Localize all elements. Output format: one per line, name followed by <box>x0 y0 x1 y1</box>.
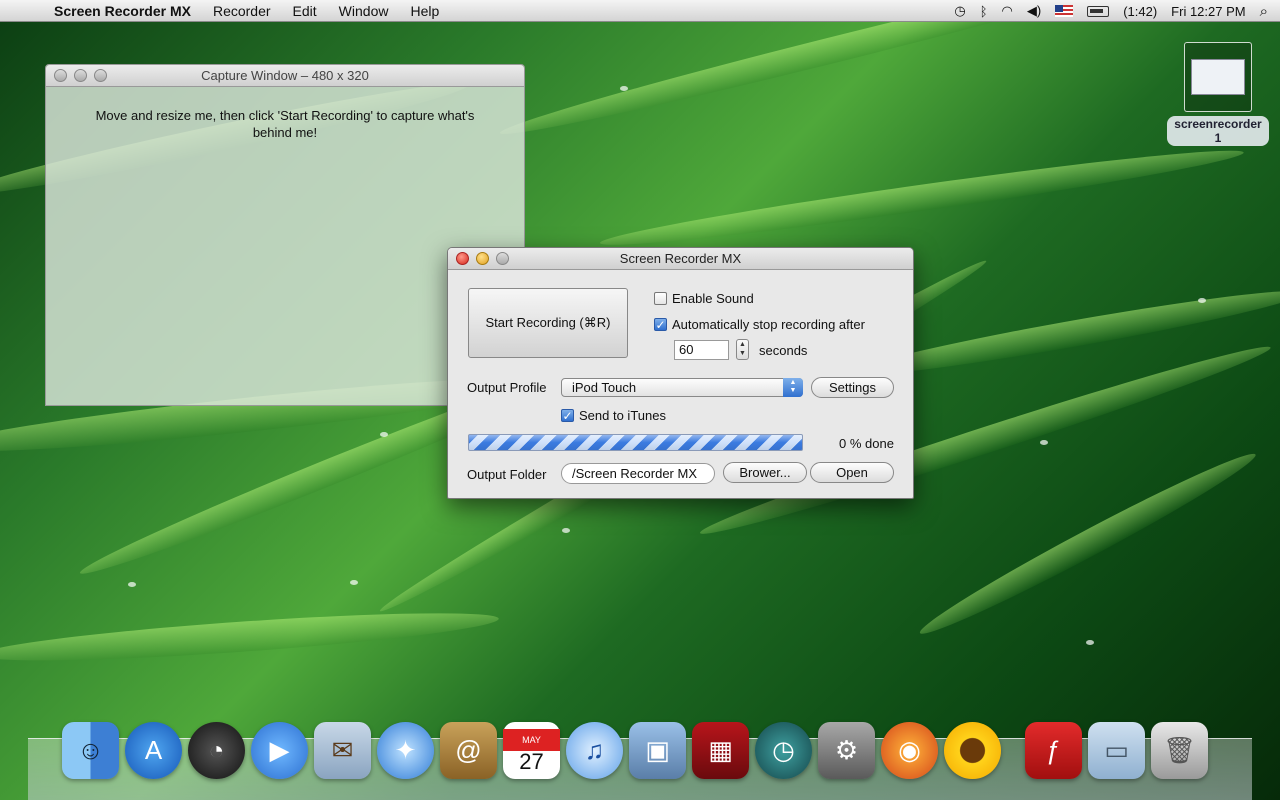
auto-stop-checkbox[interactable]: ✓ Automatically stop recording after <box>654 317 865 332</box>
main-window-controls <box>456 252 509 265</box>
volume-icon[interactable]: ◀) <box>1027 3 1041 19</box>
output-profile-popup[interactable]: iPod Touch ▲ ▼ <box>561 378 803 397</box>
dock: ☺ A ◔ ▶ ✉ ✦ @ MAY 27 ♫ ▣ ▦ ◷ ⚙ ◉ ƒ ▭ 🗑 <box>62 722 1208 779</box>
documents-folder-icon[interactable]: ▭ <box>1088 722 1145 779</box>
ical-icon[interactable]: MAY 27 <box>503 722 560 779</box>
menu-edit[interactable]: Edit <box>293 3 317 19</box>
recording-progress-bar <box>468 434 803 451</box>
desktop-file-label-line2: 1 <box>1214 131 1222 145</box>
output-folder-label: Output Folder <box>467 467 547 482</box>
bluetooth-icon[interactable]: ᛒ <box>980 4 988 19</box>
close-button-icon[interactable] <box>54 69 67 82</box>
wifi-icon[interactable]: ◠ <box>1002 3 1013 19</box>
zoom-button-icon[interactable] <box>496 252 509 265</box>
capture-window-titlebar[interactable]: Capture Window – 480 x 320 <box>46 65 524 87</box>
minimize-button-icon[interactable] <box>74 69 87 82</box>
send-to-itunes-label: Send to iTunes <box>579 408 666 423</box>
minimize-button-icon[interactable] <box>476 252 489 265</box>
sunflower-icon[interactable] <box>944 722 1001 779</box>
menu-help[interactable]: Help <box>410 3 439 19</box>
output-folder-field[interactable]: /Screen Recorder MX <box>561 463 715 484</box>
spotlight-search-icon[interactable]: ⌕ <box>1260 3 1268 20</box>
menu-bar: Screen Recorder MX Recorder Edit Window … <box>0 0 1280 22</box>
photo-booth-icon[interactable]: ▦ <box>692 722 749 779</box>
stop-seconds-field[interactable]: 60 <box>674 340 729 360</box>
system-preferences-icon[interactable]: ⚙ <box>818 722 875 779</box>
time-machine-icon[interactable]: ◷ <box>755 722 812 779</box>
trash-icon[interactable]: 🗑 <box>1151 722 1208 779</box>
enable-sound-checkbox-box[interactable] <box>654 292 667 305</box>
finder-icon[interactable]: ☺ <box>62 722 119 779</box>
flash-icon[interactable]: ƒ <box>1025 722 1082 779</box>
menu-app-name[interactable]: Screen Recorder MX <box>54 3 191 19</box>
itunes-icon[interactable]: ♫ <box>566 722 623 779</box>
menu-window[interactable]: Window <box>339 3 389 19</box>
file-thumbnail-icon[interactable] <box>1184 42 1252 112</box>
facetime-icon[interactable]: ▶ <box>251 722 308 779</box>
firefox-icon[interactable]: ◉ <box>881 722 938 779</box>
battery-icon[interactable] <box>1087 5 1110 17</box>
screen-recorder-window: Screen Recorder MX Start Recording (⌘R) … <box>447 247 914 499</box>
seconds-label: seconds <box>759 343 808 358</box>
mail-icon[interactable]: ✉ <box>314 722 371 779</box>
open-button[interactable]: Open <box>810 462 894 483</box>
auto-stop-label: Automatically stop recording after <box>672 317 865 332</box>
main-window-title: Screen Recorder MX <box>619 251 742 266</box>
desktop-file-label[interactable]: screenrecorder 1 <box>1167 116 1269 146</box>
enable-sound-checkbox[interactable]: Enable Sound <box>654 291 754 306</box>
iphoto-icon[interactable]: ▣ <box>629 722 686 779</box>
safari-icon[interactable]: ✦ <box>377 722 434 779</box>
progress-text: 0 % done <box>839 436 894 451</box>
seconds-stepper[interactable]: ▲ ▼ <box>736 339 749 360</box>
menu-recorder[interactable]: Recorder <box>213 3 271 19</box>
app-store-icon[interactable]: A <box>125 722 182 779</box>
send-to-itunes-checkbox-box[interactable]: ✓ <box>561 409 574 422</box>
desktop-file-label-line1: screenrecorder <box>1174 117 1262 131</box>
ical-month: MAY <box>503 728 560 751</box>
dashboard-icon[interactable]: ◔ <box>188 722 245 779</box>
capture-window-controls <box>54 69 107 82</box>
send-to-itunes-checkbox[interactable]: ✓ Send to iTunes <box>561 408 666 423</box>
enable-sound-label: Enable Sound <box>672 291 754 306</box>
menu-extras: ◷ ᛒ ◠ ◀) (1:42) Fri 12:27 PM ⌕ <box>954 0 1268 22</box>
browse-button[interactable]: Brower... <box>723 462 807 483</box>
ical-day: 27 <box>519 748 544 774</box>
input-source-flag-icon[interactable] <box>1055 5 1074 17</box>
zoom-button-icon[interactable] <box>94 69 107 82</box>
time-machine-menu-icon[interactable]: ◷ <box>954 3 965 19</box>
menubar-clock[interactable]: Fri 12:27 PM <box>1171 4 1245 19</box>
capture-instructions: Move and resize me, then click 'Start Re… <box>95 108 475 140</box>
output-profile-label: Output Profile <box>467 380 547 395</box>
output-profile-value: iPod Touch <box>572 380 637 395</box>
battery-time[interactable]: (1:42) <box>1123 4 1157 19</box>
auto-stop-checkbox-box[interactable]: ✓ <box>654 318 667 331</box>
address-book-icon[interactable]: @ <box>440 722 497 779</box>
popup-arrows-icon[interactable]: ▲ ▼ <box>783 378 803 397</box>
settings-button[interactable]: Settings <box>811 377 894 398</box>
capture-window-title: Capture Window – 480 x 320 <box>201 68 369 83</box>
start-recording-button[interactable]: Start Recording (⌘R) <box>468 288 628 358</box>
close-button-icon[interactable] <box>456 252 469 265</box>
main-window-titlebar[interactable]: Screen Recorder MX <box>448 248 913 270</box>
desktop-file-screenrecorder[interactable]: screenrecorder 1 <box>1164 42 1272 146</box>
